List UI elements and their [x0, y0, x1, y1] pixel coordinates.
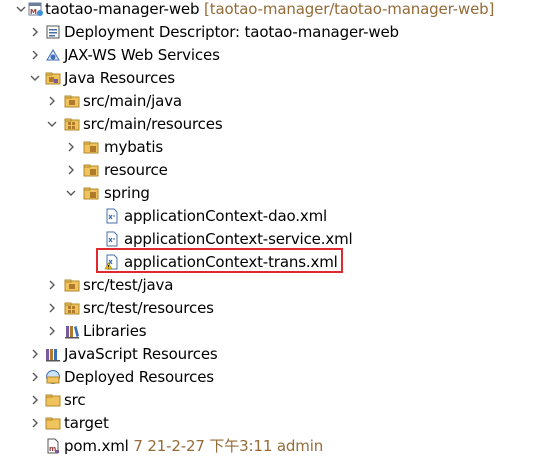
tree-row-label: Deployed Resources: [64, 368, 214, 386]
tree-row-label: target: [64, 414, 109, 432]
tree-row-label: Java Resources: [64, 69, 175, 87]
chevron-down-icon[interactable]: [28, 70, 42, 86]
source-folder-icon: [64, 277, 80, 293]
xml-file-icon: [104, 208, 120, 224]
tree-row-label: resource: [104, 161, 168, 179]
tree-row-label: src/test/java: [83, 276, 174, 294]
tree-row-src-main-java[interactable]: src/main/java: [0, 90, 558, 113]
tree-row-src-test-resources[interactable]: src/test/resources: [0, 297, 558, 320]
pom-file-icon: m: [45, 438, 61, 454]
chevron-right-icon[interactable]: [28, 24, 42, 40]
javascript-resources-icon: [45, 346, 61, 362]
web-services-icon: [45, 47, 61, 63]
libraries-icon: [64, 323, 80, 339]
tree-row-java-resources[interactable]: Java Resources: [0, 67, 558, 90]
pom-decoration: 7 21-2-27 下午3:11 admin: [133, 437, 324, 455]
tree-row-label: src: [64, 391, 86, 409]
tree-row-src-main-resources[interactable]: src/main/resources: [0, 113, 558, 136]
chevron-right-icon[interactable]: [45, 300, 59, 316]
tree-row-label: pom.xml: [64, 437, 129, 455]
tree-row-project[interactable]: M taotao-manager-web [taotao-manager/tao…: [0, 0, 558, 21]
tree-row-label: JavaScript Resources: [64, 345, 218, 363]
pom-label: pom.xml 7 21-2-27 下午3:11 admin: [64, 436, 323, 456]
chevron-down-icon[interactable]: [45, 116, 59, 132]
chevron-down-icon[interactable]: [14, 1, 28, 17]
tree-row-label: applicationContext-service.xml: [124, 230, 353, 248]
tree-row-label: spring: [104, 184, 150, 202]
maven-web-project-icon: M: [28, 1, 44, 17]
chevron-right-icon[interactable]: [28, 346, 42, 362]
tree-row-mybatis[interactable]: mybatis: [0, 136, 558, 159]
tree-row-label: src/test/resources: [83, 299, 214, 317]
project-decoration: [taotao-manager/taotao-manager-web]: [204, 0, 495, 18]
highlight-box: [96, 248, 343, 273]
tree-row-libraries[interactable]: Libraries: [0, 320, 558, 343]
tree-row-label: src/main/resources: [83, 115, 223, 133]
folder-icon: [45, 392, 61, 408]
tree-row-label: Libraries: [83, 322, 147, 340]
xml-file-icon: [104, 231, 120, 247]
project-label: taotao-manager-web [taotao-manager/taota…: [45, 0, 494, 19]
svg-text:M: M: [30, 8, 37, 16]
deployed-resources-icon: [45, 369, 61, 385]
tree-row-src[interactable]: src: [0, 389, 558, 412]
folder-icon: [45, 415, 61, 431]
tree-row-applicationcontext-dao[interactable]: applicationContext-dao.xml: [0, 205, 558, 228]
chevron-right-icon[interactable]: [64, 162, 78, 178]
package-folder-icon: [83, 139, 99, 155]
tree-row-deployment-descriptor[interactable]: Deployment Descriptor: taotao-manager-we…: [0, 21, 558, 44]
deployment-descriptor-icon: [45, 24, 61, 40]
tree-row-label: src/main/java: [83, 92, 182, 110]
tree-row-spring[interactable]: spring: [0, 182, 558, 205]
chevron-right-icon[interactable]: [45, 323, 59, 339]
source-folder-icon: [64, 300, 80, 316]
chevron-right-icon[interactable]: [28, 392, 42, 408]
tree-row-jax-ws[interactable]: JAX-WS Web Services: [0, 44, 558, 67]
tree-row-label: Deployment Descriptor: taotao-manager-we…: [64, 23, 399, 41]
tree-row-label: JAX-WS Web Services: [64, 46, 220, 64]
project-explorer-tree: M taotao-manager-web [taotao-manager/tao…: [0, 0, 558, 462]
chevron-right-icon[interactable]: [45, 277, 59, 293]
tree-row-pom-xml[interactable]: m pom.xml 7 21-2-27 下午3:11 admin: [0, 435, 558, 458]
source-folder-icon: [64, 116, 80, 132]
tree-row-deployed-resources[interactable]: Deployed Resources: [0, 366, 558, 389]
tree-row-resource[interactable]: resource: [0, 159, 558, 182]
project-name: taotao-manager-web: [45, 0, 200, 18]
tree-row-target[interactable]: target: [0, 412, 558, 435]
chevron-right-icon[interactable]: [45, 93, 59, 109]
java-resources-icon: [45, 70, 61, 86]
package-folder-icon: [83, 185, 99, 201]
source-folder-icon: [64, 93, 80, 109]
tree-row-label: applicationContext-dao.xml: [124, 207, 328, 225]
package-folder-icon: [83, 162, 99, 178]
chevron-right-icon[interactable]: [28, 369, 42, 385]
tree-row-src-test-java[interactable]: src/test/java: [0, 274, 558, 297]
tree-row-javascript-resources[interactable]: JavaScript Resources: [0, 343, 558, 366]
chevron-down-icon[interactable]: [64, 185, 78, 201]
tree-row-label: mybatis: [104, 138, 164, 156]
chevron-right-icon[interactable]: [28, 47, 42, 63]
chevron-right-icon[interactable]: [64, 139, 78, 155]
chevron-right-icon[interactable]: [28, 415, 42, 431]
